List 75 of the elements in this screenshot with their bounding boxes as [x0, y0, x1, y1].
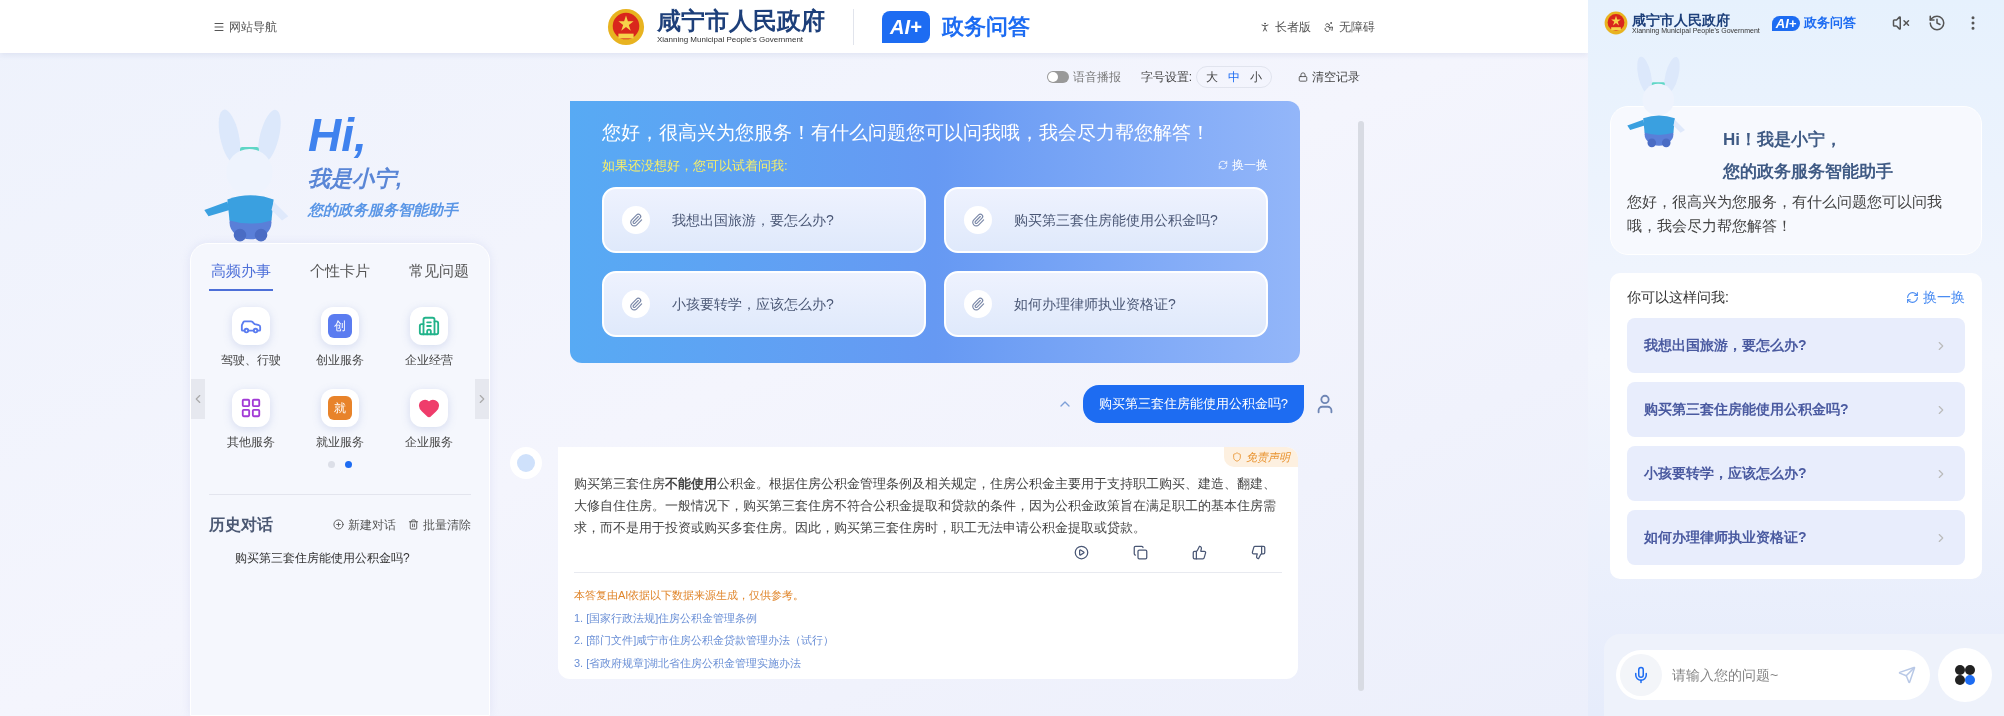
copy-icon[interactable]: [1133, 545, 1148, 560]
voice-toggle[interactable]: [1046, 71, 1069, 83]
history-item[interactable]: 购买第三套住房能使用公积金吗?: [235, 548, 473, 567]
accessibility-icon: [1323, 20, 1335, 33]
suggestion-card[interactable]: 我想出国旅游，要怎么办?: [602, 187, 926, 253]
greeting: Hi！我是小宁，: [1723, 129, 1843, 151]
suggestion-item[interactable]: 购买第三套住房能使用公积金吗?: [1627, 382, 1965, 437]
question-input[interactable]: 请输入您的问题~: [1672, 664, 1898, 686]
play-icon[interactable]: [1074, 545, 1089, 560]
org-name: 咸宁市人民政府: [1632, 12, 1730, 27]
emblem-icon: [607, 7, 645, 46]
greeting: Hi,: [308, 111, 368, 158]
tagline: 您的政务服务智能助手: [1723, 160, 1894, 183]
site-nav-link[interactable]: 网站导航: [213, 17, 277, 36]
trash-icon: [408, 519, 419, 530]
suggestion-item[interactable]: 我想出国旅游，要怎么办?: [1627, 318, 1965, 373]
service-label[interactable]: 企业经营: [404, 350, 453, 369]
elder-mode-link[interactable]: 长者版: [1259, 17, 1311, 36]
menu-icon: [213, 20, 225, 33]
org-name: 咸宁市人民政府: [657, 9, 825, 33]
refresh-button[interactable]: 换一换: [1906, 287, 1965, 308]
microphone-button[interactable]: [1620, 654, 1662, 696]
accessibility-link[interactable]: 无障碍: [1323, 17, 1375, 36]
bot-avatar: [510, 446, 542, 479]
font-size-option[interactable]: 大: [1203, 68, 1221, 86]
clear-records-button[interactable]: 清空记录: [1298, 68, 1360, 86]
category-tab[interactable]: 个性卡片: [308, 260, 372, 291]
thumbs-down-icon[interactable]: [1251, 545, 1266, 560]
new-chat-button[interactable]: 新建对话: [333, 515, 396, 534]
thumbs-up-icon[interactable]: [1192, 545, 1207, 560]
tagline: 您的政务服务智能助手: [308, 199, 458, 220]
welcome-message: 您好，很高兴为您服务，有什么问题您可以问我哦，我会尽力帮您解答！: [1627, 193, 1943, 236]
suggestion-hint: 如果还没想好，您可以试着问我:: [602, 156, 788, 175]
refresh-icon: [1218, 160, 1228, 171]
ai-badge: AI+: [1771, 16, 1801, 31]
user-message: 购买第三套住房能使用公积金吗?: [1082, 385, 1304, 423]
font-size-option[interactable]: 小: [1247, 68, 1265, 86]
font-size-option[interactable]: 中: [1225, 68, 1243, 86]
shield-icon: [1232, 451, 1242, 462]
service-label[interactable]: 其他服务: [227, 432, 276, 451]
ai-badge: AI+: [882, 10, 930, 43]
font-size-label: 字号设置:: [1140, 69, 1192, 86]
mute-icon[interactable]: [1892, 14, 1910, 32]
history-title: 历史对话: [209, 514, 273, 535]
clear-history-button[interactable]: 批量清除: [408, 515, 471, 534]
product-name: 政务问答: [941, 13, 1030, 41]
org-name-english: Xianning Municipal People's Government: [657, 36, 805, 44]
service-label[interactable]: 驾驶、行驶: [221, 350, 282, 369]
category-tab[interactable]: 常见问题: [407, 260, 471, 291]
intro-text: 我是小宁,: [308, 164, 404, 193]
welcome-message: 您好，很高兴为您服务！有什么问题您可以问我哦，我会尽力帮您解答！: [602, 121, 1211, 145]
answer-text: 购买第三套住房不能使用公积金。根据住房公积金管理条例及相关规定，住房公积金主要用于支持职工购买、建造、翻建、大修自住住房。一般情况下，购买第三套住房不符合公积金提取和贷款的条件，因为公积金政策旨在满足职工的基本住房需求，而不是用于投资或购买多套住房。因此，购买第三套住房时，职工无法申请公积金提取或贷款。: [574, 475, 1277, 537]
service-label[interactable]: 企业服务: [404, 432, 453, 451]
product-name: 政务问答: [1804, 14, 1857, 33]
scrollbar[interactable]: [1358, 121, 1364, 691]
emblem-icon: [1604, 11, 1628, 35]
service-label[interactable]: 创业服务: [316, 350, 364, 369]
person-icon: [1259, 20, 1271, 33]
microphone-icon: [1632, 666, 1650, 684]
apps-icon: [1954, 664, 1976, 686]
source-note: 本答复由AI依据以下数据来源生成，仅供参考。: [574, 588, 806, 603]
lock-icon: [1298, 72, 1308, 82]
history-icon[interactable]: [1928, 14, 1946, 32]
voice-label: 语音播报: [1072, 69, 1121, 86]
plus-icon: [333, 519, 344, 530]
service-label[interactable]: 就业服务: [316, 432, 364, 451]
category-tab[interactable]: 高频办事: [209, 260, 273, 291]
prompt-text: 你可以这样问我:: [1627, 288, 1729, 307]
suggestion-item[interactable]: 小孩要转学，应该怎么办?: [1627, 446, 1965, 501]
suggestion-card[interactable]: 小孩要转学，应该怎么办?: [602, 271, 926, 337]
refresh-icon: [1906, 291, 1919, 304]
suggestion-card[interactable]: 如何办理律师执业资格证?: [944, 271, 1268, 337]
question-field[interactable]: 请输入您的问题~: [1662, 650, 1898, 700]
suggestion-card[interactable]: 购买第三套住房能使用公积金吗?: [944, 187, 1268, 253]
suggestion-item[interactable]: 如何办理律师执业资格证?: [1627, 510, 1965, 565]
